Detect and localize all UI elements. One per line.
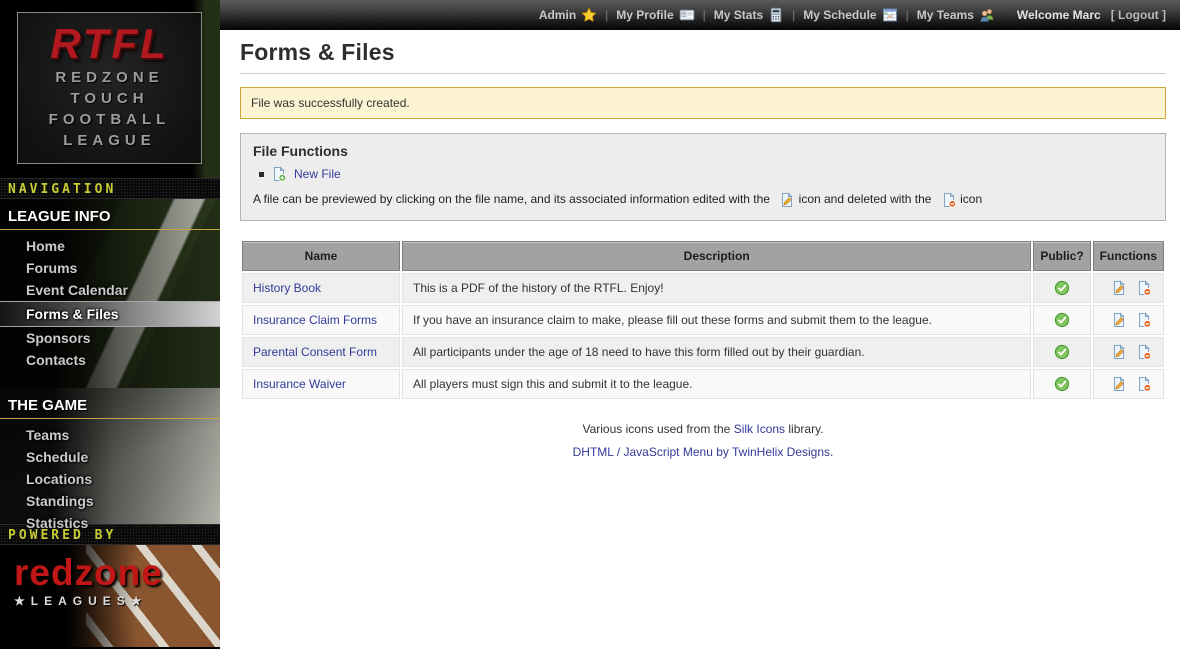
delete-file-icon[interactable] — [1133, 344, 1149, 360]
sidebar-item-contacts[interactable]: Contacts — [0, 349, 220, 371]
sidebar-item-home[interactable]: Home — [0, 235, 220, 257]
table-row: Parental Consent Form All participants u… — [242, 337, 1164, 367]
sidebar-item-forums[interactable]: Forums — [0, 257, 220, 279]
file-functions-title: File Functions — [253, 143, 1153, 159]
page-title: Forms & Files — [240, 39, 1166, 66]
redzone-leagues-logo: redzone ★LEAGUES★ — [0, 545, 220, 649]
logo-line: FOOTBALL — [18, 109, 201, 130]
section-title-the-game: THE GAME — [0, 388, 220, 419]
flash-message: File was successfully created. — [240, 87, 1166, 119]
vcard-icon — [679, 7, 695, 23]
delete-file-icon[interactable] — [1133, 376, 1149, 392]
column-header-public: Public? — [1033, 241, 1090, 271]
calculator-icon — [768, 7, 784, 23]
topbar-separator: | — [605, 8, 608, 22]
help-text: A file can be previewed by clicking on t… — [253, 192, 770, 206]
sidebar-item-locations[interactable]: Locations — [0, 468, 220, 490]
sidebar-logo-area: RTFL REDZONE TOUCH FOOTBALL LEAGUE — [0, 0, 220, 178]
powered-by-banner: POWERED BY — [0, 524, 220, 545]
table-row: History Book This is a PDF of the histor… — [242, 273, 1164, 303]
section-title-league-info: LEAGUE INFO — [0, 199, 220, 230]
schedule-table-icon — [882, 7, 898, 23]
league-logo: RTFL REDZONE TOUCH FOOTBALL LEAGUE — [17, 12, 202, 164]
silk-icons-link[interactable]: Silk Icons — [734, 422, 785, 436]
edit-file-icon — [776, 192, 792, 208]
bullet-icon — [259, 172, 264, 177]
file-functions-panel: File Functions New File A file can be pr… — [240, 133, 1166, 221]
credit-text: Various icons used from the — [582, 422, 730, 436]
file-functions-help: A file can be previewed by clicking on t… — [253, 192, 1153, 208]
new-file-icon[interactable] — [271, 166, 287, 182]
sidebar: RTFL REDZONE TOUCH FOOTBALL LEAGUE NAVIG… — [0, 0, 220, 649]
sidebar-item-standings[interactable]: Standings — [0, 490, 220, 512]
file-description: If you have an insurance claim to make, … — [402, 305, 1031, 335]
file-name-link[interactable]: Insurance Claim Forms — [253, 313, 377, 327]
twinhelix-credit-link[interactable]: DHTML / JavaScript Menu by TwinHelix Des… — [573, 445, 834, 459]
edit-file-icon[interactable] — [1108, 344, 1124, 360]
topbar-admin-label: Admin — [539, 8, 576, 22]
file-name-link[interactable]: Insurance Waiver — [253, 377, 346, 391]
topbar-my-schedule[interactable]: My Schedule — [803, 7, 897, 23]
credit-text: library. — [788, 422, 823, 436]
files-table: Name Description Public? Functions Histo… — [240, 239, 1166, 401]
logo-line: REDZONE — [18, 67, 201, 88]
logo-line: TOUCH — [18, 88, 201, 109]
sidebar-item-sponsors[interactable]: Sponsors — [0, 327, 220, 349]
table-row: Insurance Claim Forms If you have an ins… — [242, 305, 1164, 335]
group-icon — [979, 7, 995, 23]
topbar-my-teams[interactable]: My Teams — [917, 7, 995, 23]
sidebar-item-forms-files[interactable]: Forms & Files — [0, 301, 220, 327]
public-accept-icon — [1054, 376, 1070, 392]
sidebar-section-the-game: THE GAME Teams Schedule Locations Standi… — [0, 388, 220, 524]
edit-file-icon[interactable] — [1108, 376, 1124, 392]
sidebar-item-event-calendar[interactable]: Event Calendar — [0, 279, 220, 301]
column-header-name: Name — [242, 241, 400, 271]
welcome-user-label: Welcome Marc — [1017, 8, 1101, 22]
sidebar-item-schedule[interactable]: Schedule — [0, 446, 220, 468]
brand-leagues-text: ★LEAGUES★ — [14, 594, 163, 608]
brand-redzone-text: redzone — [14, 555, 163, 590]
file-name-link[interactable]: History Book — [253, 281, 321, 295]
logo-line: LEAGUE — [18, 130, 201, 151]
help-text: icon — [960, 192, 982, 206]
star-icon — [581, 7, 597, 23]
column-header-functions: Functions — [1093, 241, 1164, 271]
logout-button[interactable]: [ Logout ] — [1111, 8, 1166, 22]
file-description: This is a PDF of the history of the RTFL… — [402, 273, 1031, 303]
delete-file-icon — [938, 192, 954, 208]
main-content: Forms & Files File was successfully crea… — [220, 30, 1180, 649]
file-name-link[interactable]: Parental Consent Form — [253, 345, 377, 359]
public-accept-icon — [1054, 312, 1070, 328]
file-description: All participants under the age of 18 nee… — [402, 337, 1031, 367]
topbar-my-schedule-label: My Schedule — [803, 8, 876, 22]
topbar-admin[interactable]: Admin — [539, 7, 597, 23]
sidebar-section-league-info: LEAGUE INFO Home Forums Event Calendar F… — [0, 199, 220, 388]
topbar-my-profile-label: My Profile — [616, 8, 673, 22]
delete-file-icon[interactable] — [1133, 280, 1149, 296]
table-row: Insurance Waiver All players must sign t… — [242, 369, 1164, 399]
navigation-banner: NAVIGATION — [0, 178, 220, 199]
help-text: icon and deleted with the — [799, 192, 932, 206]
edit-file-icon[interactable] — [1108, 280, 1124, 296]
topbar-separator: | — [703, 8, 706, 22]
topbar: Admin | My Profile | My Stats | My Sched… — [220, 0, 1180, 30]
file-description: All players must sign this and submit it… — [402, 369, 1031, 399]
topbar-separator: | — [906, 8, 909, 22]
title-divider — [240, 73, 1166, 74]
topbar-separator: | — [792, 8, 795, 22]
topbar-my-stats-label: My Stats — [714, 8, 763, 22]
column-header-description: Description — [402, 241, 1031, 271]
icons-credit-line: Various icons used from the Silk Icons l… — [240, 422, 1166, 436]
public-accept-icon — [1054, 280, 1070, 296]
edit-file-icon[interactable] — [1108, 312, 1124, 328]
topbar-my-profile[interactable]: My Profile — [616, 7, 694, 23]
delete-file-icon[interactable] — [1133, 312, 1149, 328]
topbar-my-stats[interactable]: My Stats — [714, 7, 784, 23]
logo-rtfl-text: RTFL — [18, 21, 201, 67]
topbar-my-teams-label: My Teams — [917, 8, 974, 22]
public-accept-icon — [1054, 344, 1070, 360]
new-file-link[interactable]: New File — [294, 167, 341, 181]
sidebar-item-teams[interactable]: Teams — [0, 424, 220, 446]
